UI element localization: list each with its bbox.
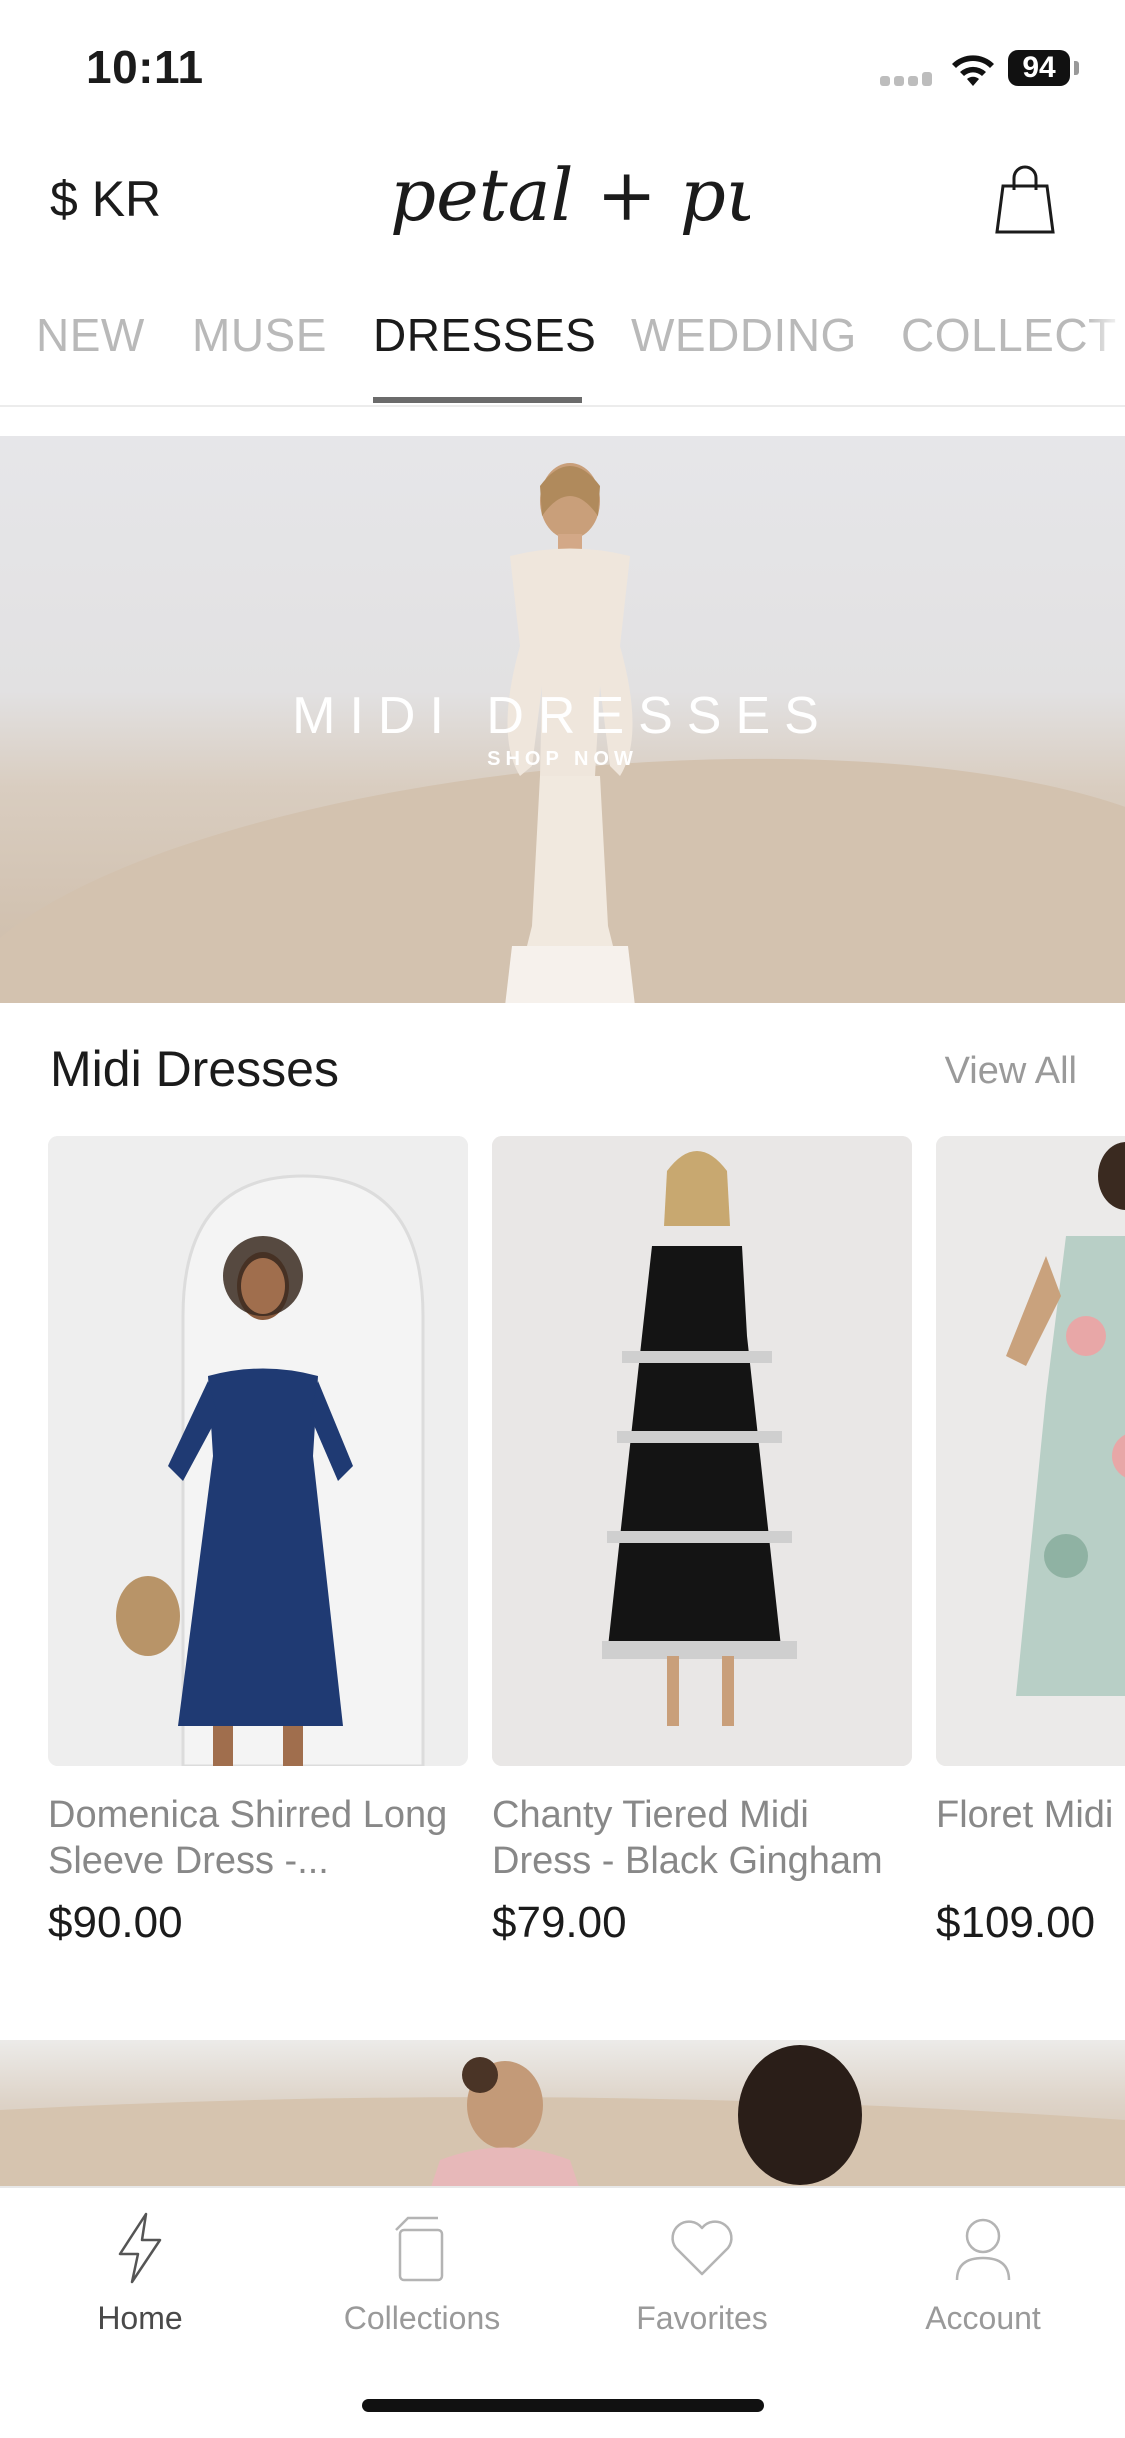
product-price: $79.00 bbox=[492, 1898, 627, 1947]
product-photo-floret bbox=[936, 1136, 1125, 1766]
cellular-signal-icon bbox=[880, 72, 934, 86]
nav-home-label: Home bbox=[97, 2300, 183, 2336]
collections-icon bbox=[395, 2216, 444, 2282]
product-price: $109.00 bbox=[936, 1898, 1096, 1947]
product-image[interactable] bbox=[492, 1136, 912, 1766]
person-icon bbox=[955, 2218, 1011, 2281]
heart-icon bbox=[671, 2220, 733, 2276]
product-photo-chanty bbox=[492, 1136, 912, 1766]
product-card[interactable]: Chanty Tiered Midi Dress - Black Gingham… bbox=[492, 1136, 912, 1948]
product-image[interactable] bbox=[48, 1136, 468, 1766]
view-all-link[interactable]: View All bbox=[945, 1050, 1077, 1093]
product-name[interactable]: Domenica Shirred Long Sleeve Dress -... bbox=[48, 1792, 468, 1884]
wifi-icon bbox=[952, 55, 994, 86]
product-name[interactable]: Chanty Tiered Midi Dress - Black Gingham bbox=[492, 1792, 912, 1884]
nav-home[interactable]: Home bbox=[10, 2208, 270, 2337]
product-price: $90.00 bbox=[48, 1898, 183, 1947]
nav-collections[interactable]: Collections bbox=[292, 2208, 552, 2337]
secondary-banner-image bbox=[0, 2045, 1125, 2190]
hero-shop-now-link[interactable]: SHOP NOW bbox=[0, 748, 1125, 771]
section-title: Midi Dresses bbox=[50, 1041, 339, 1097]
shopping-bag-icon[interactable] bbox=[985, 160, 1065, 240]
product-card[interactable]: Domenica Shirred Long Sleeve Dress -... … bbox=[48, 1136, 468, 1948]
secondary-banner[interactable] bbox=[0, 2040, 1125, 2190]
nav-favorites-label: Favorites bbox=[636, 2300, 768, 2336]
hero-banner[interactable]: MIDI DRESSES SHOP NOW bbox=[0, 436, 1125, 1003]
tab-dresses[interactable]: DRESSES bbox=[373, 308, 596, 362]
currency-selector[interactable]: $ KR bbox=[50, 170, 161, 228]
status-bar: 10:11 94 bbox=[0, 0, 1125, 130]
product-photo-domenica bbox=[48, 1136, 468, 1766]
product-name[interactable]: Floret Midi Blue Multi bbox=[936, 1792, 1125, 1884]
home-indicator bbox=[362, 2399, 764, 2412]
tab-muse[interactable]: MUSE bbox=[192, 308, 327, 362]
product-image[interactable] bbox=[936, 1136, 1125, 1766]
nav-account-label: Account bbox=[925, 2300, 1041, 2336]
tab-new[interactable]: NEW bbox=[36, 308, 145, 362]
nav-account[interactable]: Account bbox=[853, 2208, 1113, 2337]
battery-cap bbox=[1074, 61, 1079, 75]
category-tabs: NEW MUSE DRESSES WEDDING COLLECT bbox=[0, 290, 1125, 407]
app-header: $ KR petal + pup bbox=[0, 130, 1125, 270]
lightning-icon bbox=[118, 2212, 162, 2284]
hero-title: MIDI DRESSES bbox=[292, 687, 833, 745]
logo-text: petal + pup bbox=[390, 153, 750, 237]
status-time: 10:11 bbox=[86, 41, 204, 93]
product-card[interactable]: Floret Midi Blue Multi $109.00 bbox=[936, 1136, 1125, 1948]
active-tab-indicator bbox=[373, 397, 582, 403]
battery-icon: 94 bbox=[1008, 50, 1070, 86]
tab-fade bbox=[1085, 290, 1125, 405]
nav-favorites[interactable]: Favorites bbox=[572, 2208, 832, 2337]
product-carousel[interactable]: Domenica Shirred Long Sleeve Dress -... … bbox=[0, 1136, 1125, 1976]
nav-collections-label: Collections bbox=[343, 2300, 501, 2336]
brand-logo[interactable]: petal + pup bbox=[380, 140, 750, 270]
tab-wedding[interactable]: WEDDING bbox=[631, 308, 857, 362]
